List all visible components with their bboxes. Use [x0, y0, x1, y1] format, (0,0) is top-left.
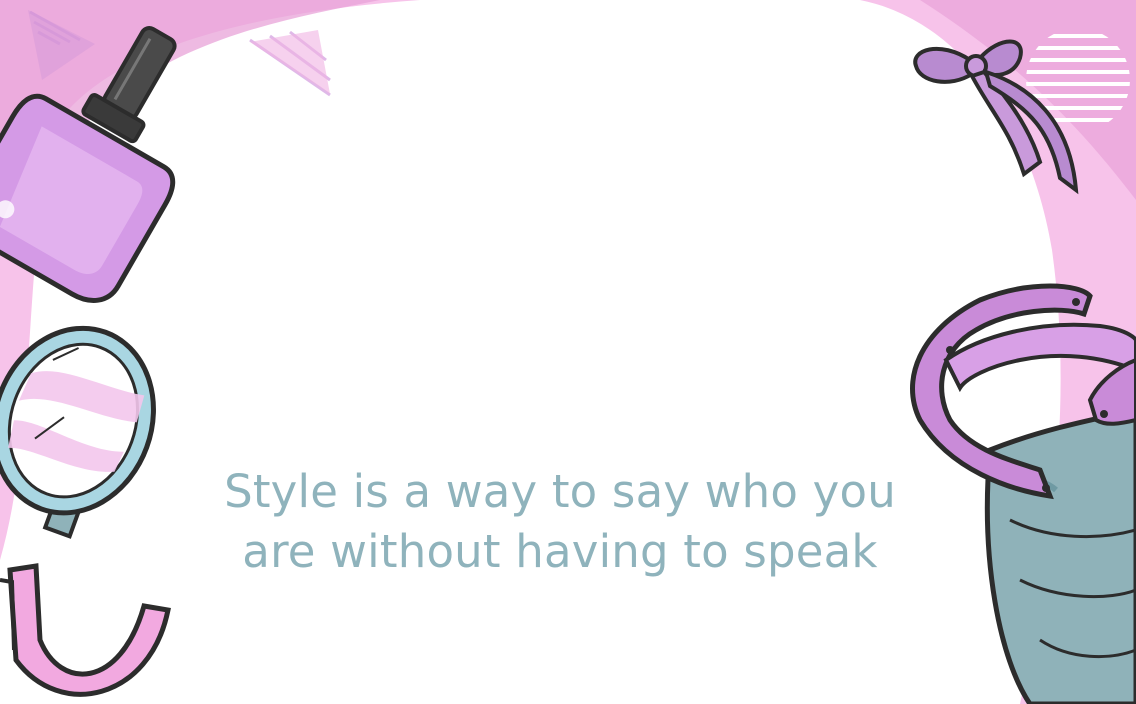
- quote-text: Style is a way to say who you are withou…: [180, 462, 940, 582]
- card-canvas: Style is a way to say who you are withou…: [0, 0, 1136, 704]
- decorative-illustration: [0, 0, 1136, 704]
- quote-line-1: Style is a way to say who you: [224, 465, 896, 518]
- quote-line-2: are without having to speak: [242, 525, 878, 578]
